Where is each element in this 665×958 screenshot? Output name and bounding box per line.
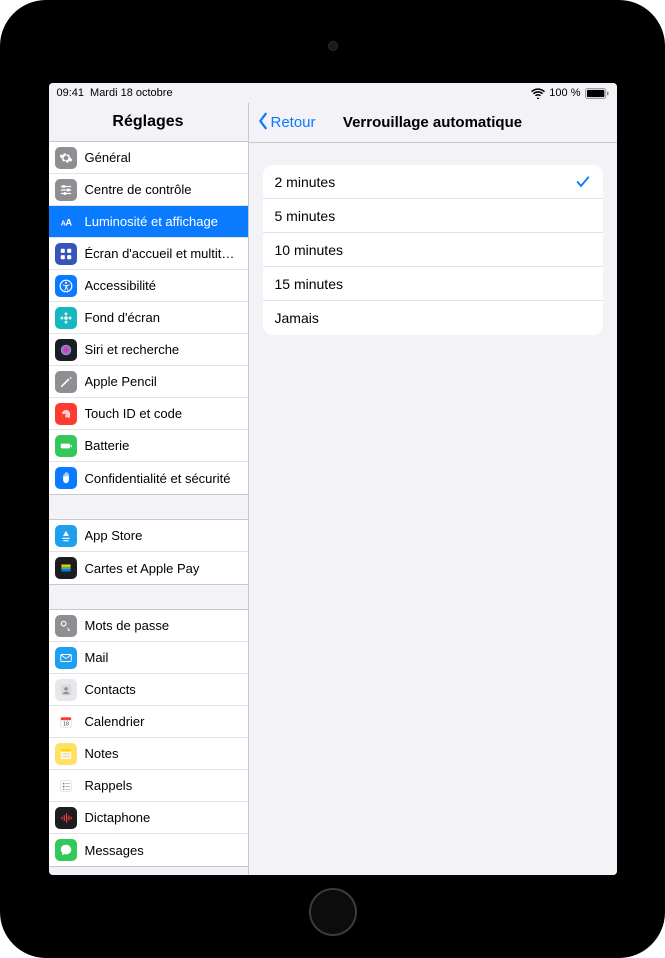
sidebar-scroll[interactable]: Général Centre de contrôle AA Luminosité et… <box>49 141 248 875</box>
sidebar-item-reminders[interactable]: Rappels <box>49 770 248 802</box>
sidebar-item-label: Dictaphone <box>85 810 240 825</box>
sidebar-item-display[interactable]: AA Luminosité et affichage <box>49 206 248 238</box>
svg-text:A: A <box>65 217 72 227</box>
key-icon <box>55 615 77 637</box>
detail-pane: Retour Verrouillage automatique 2 minute… <box>249 103 617 875</box>
autolock-option[interactable]: 5 minutes <box>263 199 603 233</box>
front-camera <box>328 41 338 51</box>
pencil-icon <box>55 371 77 393</box>
option-label: 10 minutes <box>275 242 343 258</box>
sidebar-item-contacts[interactable]: Contacts <box>49 674 248 706</box>
siri-icon <box>55 339 77 361</box>
sidebar-item-accessibility[interactable]: Accessibilité <box>49 270 248 302</box>
fingerprint-icon <box>55 403 77 425</box>
sidebar-item-label: Siri et recherche <box>85 342 240 357</box>
svg-text:18: 18 <box>63 721 69 727</box>
sidebar-item-wallpaper[interactable]: Fond d'écran <box>49 302 248 334</box>
sidebar-item-apple-pencil[interactable]: Apple Pencil <box>49 366 248 398</box>
sidebar-item-label: Notes <box>85 746 240 761</box>
wifi-icon <box>531 88 545 99</box>
sliders-icon <box>55 179 77 201</box>
gear-icon <box>55 147 77 169</box>
back-button[interactable]: Retour <box>257 112 316 134</box>
sidebar-item-label: Général <box>85 150 240 165</box>
sidebar-item-general[interactable]: Général <box>49 142 248 174</box>
screen: 09:41 Mardi 18 octobre 100 % Réglages Gé… <box>49 83 617 875</box>
sidebar-item-home-screen[interactable]: Écran d'accueil et multitâ… <box>49 238 248 270</box>
sidebar-item-mail[interactable]: Mail <box>49 642 248 674</box>
option-label: 5 minutes <box>275 208 336 224</box>
sidebar-item-label: App Store <box>85 528 240 543</box>
sidebar-item-label: Mots de passe <box>85 618 240 633</box>
sidebar-item-label: Touch ID et code <box>85 406 240 421</box>
battery-full-icon <box>585 88 609 99</box>
sidebar-item-label: Accessibilité <box>85 278 240 293</box>
sidebar-item-label: Cartes et Apple Pay <box>85 561 240 576</box>
status-bar: 09:41 Mardi 18 octobre 100 % <box>49 83 617 103</box>
option-label: Jamais <box>275 310 319 326</box>
messages-icon <box>55 839 77 861</box>
back-label: Retour <box>271 114 316 131</box>
sidebar-item-label: Batterie <box>85 438 240 453</box>
sidebar-item-label: Écran d'accueil et multitâ… <box>85 246 240 261</box>
sidebar-item-label: Luminosité et affichage <box>85 214 240 229</box>
sidebar-item-label: Apple Pencil <box>85 374 240 389</box>
settings-sidebar: Réglages Général Centre de contrôle AA Lumi… <box>49 103 249 875</box>
sidebar-item-voice-memos[interactable]: Dictaphone <box>49 802 248 834</box>
sidebar-item-app-store[interactable]: App Store <box>49 520 248 552</box>
grid-icon <box>55 243 77 265</box>
sidebar-item-privacy[interactable]: Confidentialité et sécurité <box>49 462 248 494</box>
autolock-option[interactable]: 10 minutes <box>263 233 603 267</box>
sidebar-item-control-center[interactable]: Centre de contrôle <box>49 174 248 206</box>
sidebar-item-wallet[interactable]: Cartes et Apple Pay <box>49 552 248 584</box>
sidebar-item-touch-id[interactable]: Touch ID et code <box>49 398 248 430</box>
check-icon <box>575 174 591 190</box>
option-label: 15 minutes <box>275 276 343 292</box>
sidebar-item-label: Fond d'écran <box>85 310 240 325</box>
sidebar-item-label: Calendrier <box>85 714 240 729</box>
battery-icon <box>55 435 77 457</box>
sidebar-item-label: Mail <box>85 650 240 665</box>
hand-icon <box>55 467 77 489</box>
contacts-icon <box>55 679 77 701</box>
chevron-left-icon <box>257 112 269 134</box>
status-date: Mardi 18 octobre <box>90 87 173 99</box>
calendar-icon: 18 <box>55 711 77 733</box>
flower-icon <box>55 307 77 329</box>
autolock-options: 2 minutes 5 minutes 10 minutes 15 minutes Ja… <box>263 165 603 335</box>
autolock-option[interactable]: 2 minutes <box>263 165 603 199</box>
sidebar-item-label: Confidentialité et sécurité <box>85 471 240 486</box>
reminders-icon <box>55 775 77 797</box>
sidebar-item-label: Centre de contrôle <box>85 182 240 197</box>
battery-percentage: 100 % <box>549 87 580 99</box>
detail-navbar: Retour Verrouillage automatique <box>249 103 617 143</box>
sidebar-item-label: Contacts <box>85 682 240 697</box>
status-time: 09:41 <box>57 87 85 99</box>
autolock-option[interactable]: 15 minutes <box>263 267 603 301</box>
sidebar-title: Réglages <box>49 103 248 141</box>
device-frame: 09:41 Mardi 18 octobre 100 % Réglages Gé… <box>0 0 665 958</box>
appstore-icon <box>55 525 77 547</box>
home-button[interactable] <box>309 888 357 936</box>
sidebar-item-battery[interactable]: Batterie <box>49 430 248 462</box>
sidebar-item-calendar[interactable]: 18 Calendrier <box>49 706 248 738</box>
sidebar-item-messages[interactable]: Messages <box>49 834 248 866</box>
sidebar-item-notes[interactable]: Notes <box>49 738 248 770</box>
sidebar-item-passwords[interactable]: Mots de passe <box>49 610 248 642</box>
waveform-icon <box>55 807 77 829</box>
sidebar-item-label: Messages <box>85 843 240 858</box>
wallet-icon <box>55 557 77 579</box>
mail-icon <box>55 647 77 669</box>
sidebar-item-label: Rappels <box>85 778 240 793</box>
notes-icon <box>55 743 77 765</box>
autolock-option[interactable]: Jamais <box>263 301 603 335</box>
accessibility-icon <box>55 275 77 297</box>
sidebar-item-siri[interactable]: Siri et recherche <box>49 334 248 366</box>
text-size-icon: AA <box>55 211 77 233</box>
option-label: 2 minutes <box>275 174 336 190</box>
